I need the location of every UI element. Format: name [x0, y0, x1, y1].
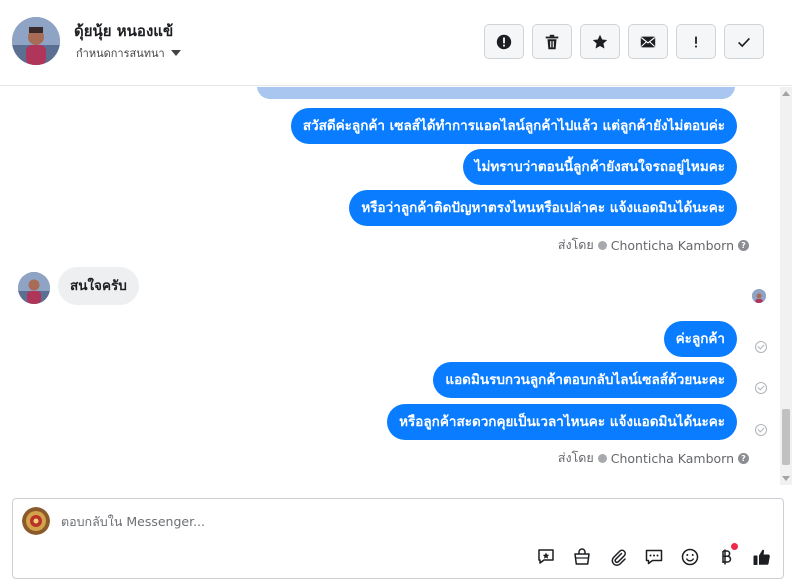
sent-by-label: ส่งโดย Chonticha Kamborn ?	[558, 448, 749, 468]
spam-button[interactable]	[484, 24, 524, 59]
conversation-header: ดุ้ยนุ้ย หนองแข้ กำหนดการสนทนา	[0, 0, 792, 86]
sent-by-prefix: ส่งโดย	[557, 450, 594, 465]
outgoing-message[interactable]: แอดมินรบกวนลูกค้าตอบกลับไลน์เซลส์ด้วยนะค…	[433, 362, 737, 398]
incoming-message[interactable]: สนใจครับ	[58, 267, 139, 305]
scroll-down-arrow-icon[interactable]	[782, 476, 790, 481]
agent-icon	[597, 453, 607, 463]
outgoing-message[interactable]: ไม่ทราบว่าตอนนี้ลูกค้ายังสนใจรถอยู่ไหมคะ	[462, 149, 737, 185]
mark-unread-button[interactable]	[628, 24, 668, 59]
help-icon[interactable]: ?	[738, 452, 749, 464]
notification-dot	[731, 543, 738, 550]
help-icon[interactable]: ?	[738, 239, 749, 251]
payment-button[interactable]	[714, 543, 738, 568]
outgoing-message[interactable]: หรือลูกค้าสะดวกคุยเป็นเวลาไหนคะ แจ้งแอดม…	[387, 404, 737, 440]
emoji-icon	[681, 548, 698, 565]
messenger-conversation-view: ดุ้ยนุ้ย หนองแข้ กำหนดการสนทนา สวัสดีค่ะ…	[0, 0, 792, 583]
reply-composer	[12, 498, 784, 579]
previous-message-bubble	[257, 87, 735, 99]
star-icon	[592, 34, 608, 48]
sent-by-name[interactable]: Chonticha Kamborn	[611, 238, 734, 253]
saved-reply-button[interactable]	[534, 545, 557, 568]
emoji-button[interactable]	[678, 545, 701, 568]
sent-by-prefix: ส่งโดย	[557, 237, 594, 252]
exclamation-icon	[695, 36, 697, 47]
mark-done-button[interactable]	[724, 24, 764, 59]
outgoing-message[interactable]: หรือว่าลูกค้าติดปัญหาตรงไหนหรือเปล่าคะ แ…	[349, 190, 737, 226]
saved-reply-icon	[537, 548, 554, 564]
star-button[interactable]	[580, 24, 620, 59]
sent-by-name[interactable]: Chonticha Kamborn	[611, 451, 734, 466]
page-avatar	[22, 507, 50, 535]
quick-replies-button[interactable]	[642, 545, 665, 568]
contact-avatar-small[interactable]	[18, 272, 50, 304]
contact-avatar[interactable]	[12, 17, 60, 65]
follow-up-button[interactable]	[676, 24, 716, 59]
thread-scrollbar[interactable]	[780, 87, 792, 485]
message-thread[interactable]: สวัสดีค่ะลูกค้า เซลส์ได้ทำการแอดไลน์ลูกค…	[0, 87, 780, 485]
attach-button[interactable]	[606, 545, 629, 568]
shop-bag-icon	[573, 547, 590, 565]
alert-circle-icon	[496, 34, 512, 49]
conversation-actions	[484, 24, 764, 59]
assign-label: กำหนดการสนทนา	[76, 47, 165, 60]
outgoing-message[interactable]: ค่ะลูกค้า	[663, 321, 737, 357]
contact-name[interactable]: ดุ้ยนุ้ย หนองแข้	[74, 19, 173, 43]
delivered-check-icon	[755, 382, 767, 394]
like-button[interactable]	[750, 545, 773, 568]
seen-avatar	[752, 289, 766, 303]
delete-button[interactable]	[532, 24, 572, 59]
paperclip-icon	[611, 549, 626, 566]
delivered-check-icon	[755, 341, 767, 353]
thumbs-up-icon	[753, 549, 770, 565]
delivered-check-icon	[755, 424, 767, 436]
envelope-icon	[640, 36, 656, 47]
shop-button[interactable]	[570, 545, 593, 568]
check-icon	[738, 37, 750, 47]
trash-icon	[545, 34, 559, 49]
scrollbar-thumb[interactable]	[782, 409, 790, 465]
scroll-up-arrow-icon[interactable]	[782, 91, 790, 96]
caret-down-icon	[170, 50, 181, 56]
sent-by-label: ส่งโดย Chonticha Kamborn ?	[558, 235, 749, 255]
composer-toolbar	[534, 543, 773, 568]
agent-icon	[597, 240, 607, 250]
assign-conversation-dropdown[interactable]: กำหนดการสนทนา	[76, 44, 181, 62]
reply-input[interactable]	[61, 512, 521, 530]
chat-bubbles-icon	[645, 549, 662, 564]
outgoing-message[interactable]: สวัสดีค่ะลูกค้า เซลส์ได้ทำการแอดไลน์ลูกค…	[290, 108, 737, 144]
